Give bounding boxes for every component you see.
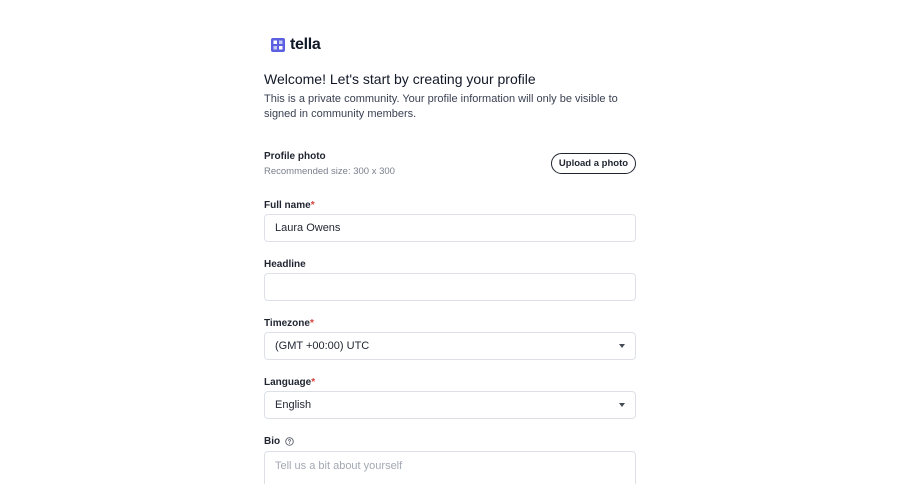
required-mark: * (309, 318, 314, 329)
timezone-select[interactable]: (GMT +00:00) UTC (264, 332, 636, 360)
full-name-label-text: Full name (264, 200, 311, 211)
timezone-label-text: Timezone (264, 318, 310, 329)
profile-photo-label: Profile photo (264, 151, 326, 162)
page-title: Welcome! Let's start by creating your pr… (264, 71, 536, 87)
timezone-selected-value: (GMT +00:00) UTC (275, 340, 370, 352)
page-description: This is a private community. Your profil… (264, 93, 618, 120)
language-label-text: Language (264, 377, 312, 388)
tella-logo-icon (271, 38, 285, 52)
info-icon[interactable] (285, 437, 294, 446)
upload-photo-button[interactable]: Upload a photo (551, 153, 636, 174)
language-select[interactable]: English (264, 391, 636, 419)
caret-down-icon (619, 344, 625, 348)
full-name-label: Full name * (264, 200, 315, 211)
timezone-label: Timezone * (264, 318, 314, 329)
language-selected-value: English (275, 399, 312, 411)
bio-label: Bio (264, 436, 294, 447)
caret-down-icon (619, 403, 625, 407)
headline-label-text: Headline (264, 259, 306, 270)
full-name-input[interactable] (264, 214, 636, 242)
required-mark: * (310, 200, 315, 211)
brand-logo: tella (271, 36, 321, 54)
headline-label: Headline (264, 259, 306, 270)
required-mark: * (311, 377, 316, 388)
brand-name: tella (290, 36, 321, 53)
profile-photo-hint: Recommended size: 300 x 300 (264, 166, 395, 177)
create-profile-page: tella Welcome! Let's start by creating y… (0, 0, 900, 484)
language-label: Language * (264, 377, 315, 388)
bio-textarea[interactable] (264, 451, 636, 484)
bio-label-text: Bio (264, 436, 281, 447)
headline-input[interactable] (264, 273, 636, 301)
